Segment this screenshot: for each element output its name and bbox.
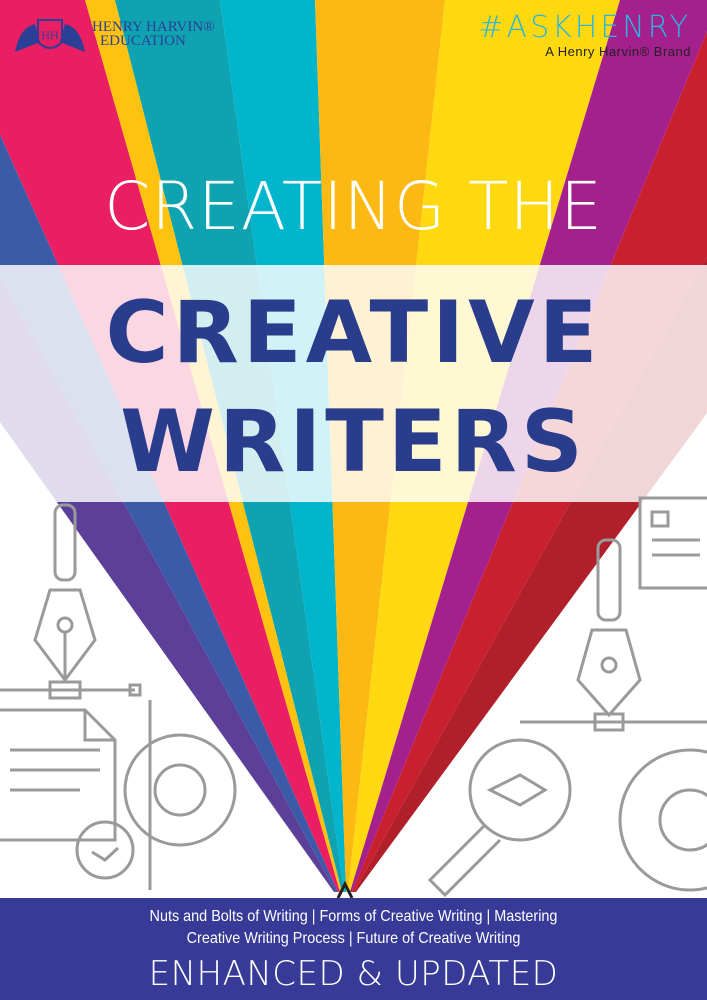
lion-crest-icon: HH: [15, 19, 85, 52]
topics-line-1: Nuts and Bolts of Writing | Forms of Cre…: [149, 908, 558, 925]
edition-label: ENHANCED & UPDATED: [148, 954, 559, 994]
bottom-band: Nuts and Bolts of Writing | Forms of Cre…: [0, 898, 707, 1000]
publisher-logo: HH HENRY HARVIN® EDUCATION: [10, 12, 215, 56]
clock-icon: [75, 820, 135, 880]
magnifier-pen-icon: [427, 738, 572, 898]
title-line-1: CREATING THE: [104, 168, 603, 245]
brand-tagline: A Henry Harvin® Brand: [545, 44, 691, 59]
gear-icon: [618, 748, 707, 892]
document-icon: [0, 708, 117, 842]
notepad-icon: [638, 496, 707, 590]
gear-icon: [123, 700, 237, 890]
topics-line-2: Creative Writing Process | Future of Cre…: [186, 930, 521, 947]
title-line-3: WRITERS: [120, 392, 587, 492]
title-line-2: CREATIVE: [105, 283, 602, 383]
brand-hashtag: #ASKHENRY: [478, 10, 691, 45]
pen-nib-icon: [520, 538, 707, 732]
logo-line2: EDUCATION: [100, 33, 186, 49]
logo-line1: HENRY HARVIN®: [92, 19, 215, 35]
pen-tip-icon: [336, 880, 354, 899]
brand-block: #ASKHENRY A Henry Harvin® Brand: [478, 10, 691, 60]
logo-monogram: HH: [41, 28, 59, 42]
pen-nib-icon: [0, 503, 142, 700]
